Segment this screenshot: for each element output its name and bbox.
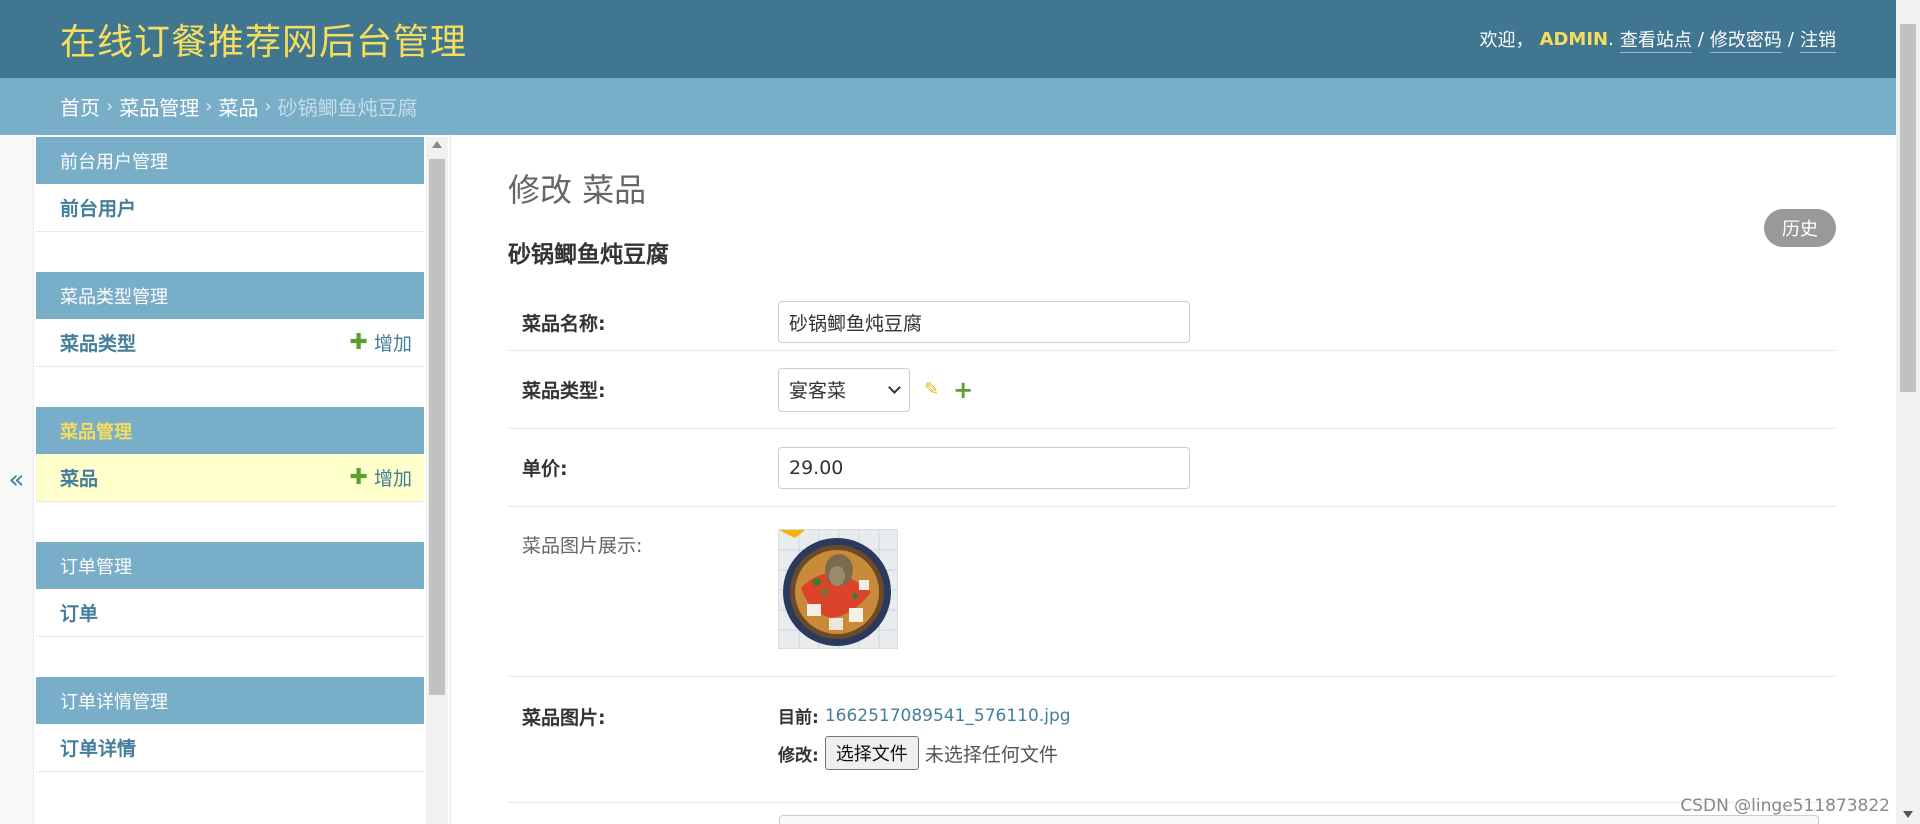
separator: / (1787, 28, 1794, 50)
select-value: 宴客菜 (789, 380, 847, 402)
separator: / (1697, 28, 1704, 50)
change-file-line: 修改: 选择文件 未选择任何文件 (778, 736, 1071, 770)
breadcrumb-current: 砂锅鲫鱼炖豆腐 (277, 96, 418, 120)
field-label: 菜品图片展示: (522, 535, 643, 557)
breadcrumb-home[interactable]: 首页 (60, 92, 100, 121)
nav-sidebar: 前台用户管理 前台用户 菜品类型管理 菜品类型 ✚ 增加 菜品管理 菜品 ✚ 增… (36, 137, 424, 824)
breadcrumb-model[interactable]: 菜品 (218, 92, 258, 121)
form-row-price: 单价: (508, 429, 1836, 507)
dish-type-select[interactable]: 宴客菜 (778, 367, 910, 412)
module-dishes: 菜品管理 菜品 ✚ 增加 (36, 407, 424, 502)
model-link[interactable]: 订单详情 (60, 734, 136, 761)
choose-file-button[interactable]: 选择文件 (824, 736, 919, 770)
module-frontend-users: 前台用户管理 前台用户 (36, 137, 424, 232)
form-row-type: 菜品类型: 宴客菜 ✎ + (508, 351, 1836, 429)
add-plus-icon[interactable]: + (953, 376, 973, 404)
field-label: 单价: (522, 458, 568, 480)
module-order-details: 订单详情管理 订单详情 (36, 677, 424, 772)
model-link[interactable]: 前台用户 (60, 194, 136, 221)
add-label: 增加 (373, 468, 412, 490)
sidebar-item-frontend-users[interactable]: 前台用户 (36, 184, 424, 232)
add-dish-type-button[interactable]: ✚ 增加 (350, 329, 412, 356)
logout-link[interactable]: 注销 (1800, 26, 1836, 53)
watermark-text: CSDN @linge511873822 (1680, 796, 1890, 816)
dish-photo-image (779, 530, 897, 648)
double-chevron-left-icon: « (8, 464, 25, 495)
plus-icon: ✚ (349, 330, 368, 355)
main-content: 修改 菜品 历史 砂锅鲫鱼炖豆腐 菜品名称: 菜品类型: 宴客菜 ✎ + 单价:… (508, 135, 1836, 824)
field-label: 菜品图片: (522, 707, 606, 729)
user-tools: 欢迎， ADMIN . 查看站点 / 修改密码 / 注销 (1480, 26, 1836, 53)
username-suffix: . (1608, 28, 1614, 50)
form-row-image: 菜品图片: 目前: 1662517089541_576110.jpg 修改: 选… (508, 677, 1836, 803)
plus-icon: ✚ (349, 465, 368, 490)
breadcrumb-separator: › (106, 96, 114, 117)
change-label: 修改: (778, 745, 819, 766)
module-caption[interactable]: 订单详情管理 (36, 677, 424, 724)
page-title: 修改 菜品 (508, 171, 647, 209)
history-button[interactable]: 历史 (1764, 209, 1836, 247)
change-password-link[interactable]: 修改密码 (1709, 26, 1782, 53)
edit-pencil-icon[interactable]: ✎ (924, 379, 939, 400)
breadcrumb-separator: › (264, 96, 272, 117)
scrollbar-thumb[interactable] (1900, 24, 1916, 392)
module-caption[interactable]: 订单管理 (36, 542, 424, 589)
sidebar-item-order-details[interactable]: 订单详情 (36, 724, 424, 772)
object-title: 砂锅鲫鱼炖豆腐 (508, 242, 669, 268)
current-file-link[interactable]: 1662517089541_576110.jpg (825, 706, 1071, 726)
form-row-name: 菜品名称: (508, 289, 1836, 351)
image-upload-widget: 目前: 1662517089541_576110.jpg 修改: 选择文件 未选… (778, 703, 1071, 790)
view-site-link[interactable]: 查看站点 (1619, 26, 1692, 53)
model-link[interactable]: 菜品类型 (60, 329, 136, 356)
site-header: 在线订餐推荐网后台管理 欢迎， ADMIN . 查看站点 / 修改密码 / 注销 (0, 0, 1896, 78)
module-orders: 订单管理 订单 (36, 542, 424, 637)
module-caption[interactable]: 菜品类型管理 (36, 272, 424, 319)
site-brand[interactable]: 在线订餐推荐网后台管理 (60, 13, 467, 65)
model-link[interactable]: 订单 (60, 599, 98, 626)
sidebar-item-dishes[interactable]: 菜品 ✚ 增加 (36, 454, 424, 502)
change-form: 菜品名称: 菜品类型: 宴客菜 ✎ + 单价: 菜品图片展示: (508, 289, 1836, 803)
no-file-text: 未选择任何文件 (924, 743, 1058, 766)
breadcrumb: 首页 › 菜品管理 › 菜品 › 砂锅鲫鱼炖豆腐 (0, 78, 1896, 135)
welcome-text: 欢迎， (1479, 30, 1534, 51)
current-file-line: 目前: 1662517089541_576110.jpg (778, 703, 1071, 729)
field-label: 菜品类型: (522, 380, 606, 402)
nav-sidebar-toggle[interactable]: « (0, 135, 34, 824)
field-label: 菜品名称: (522, 313, 606, 335)
breadcrumb-app[interactable]: 菜品管理 (119, 92, 199, 121)
dish-name-input[interactable] (778, 301, 1190, 343)
module-caption[interactable]: 菜品管理 (36, 407, 424, 454)
add-dish-button[interactable]: ✚ 增加 (350, 464, 412, 491)
scroll-down-arrow-icon[interactable] (1903, 811, 1913, 818)
chevron-down-icon (888, 380, 901, 394)
price-input[interactable] (778, 446, 1190, 489)
sidebar-scrollbar[interactable] (426, 137, 448, 824)
divider (450, 135, 451, 824)
next-field-input[interactable] (779, 815, 1819, 824)
add-label: 增加 (373, 333, 412, 355)
form-row-image-preview: 菜品图片展示: (508, 507, 1836, 677)
current-label: 目前: (778, 708, 819, 728)
scrollbar-thumb[interactable] (429, 159, 445, 695)
page-scrollbar[interactable] (1896, 0, 1920, 824)
sidebar-item-dish-types[interactable]: 菜品类型 ✚ 增加 (36, 319, 424, 367)
module-dish-types: 菜品类型管理 菜品类型 ✚ 增加 (36, 272, 424, 367)
username: ADMIN (1539, 28, 1609, 50)
module-caption[interactable]: 前台用户管理 (36, 137, 424, 184)
model-link[interactable]: 菜品 (60, 464, 98, 491)
dish-type-widget: 宴客菜 ✎ + (778, 367, 973, 412)
breadcrumb-separator: › (205, 96, 213, 117)
scroll-up-arrow-icon[interactable] (432, 141, 442, 148)
dish-image-preview (778, 529, 898, 649)
sidebar-item-orders[interactable]: 订单 (36, 589, 424, 637)
